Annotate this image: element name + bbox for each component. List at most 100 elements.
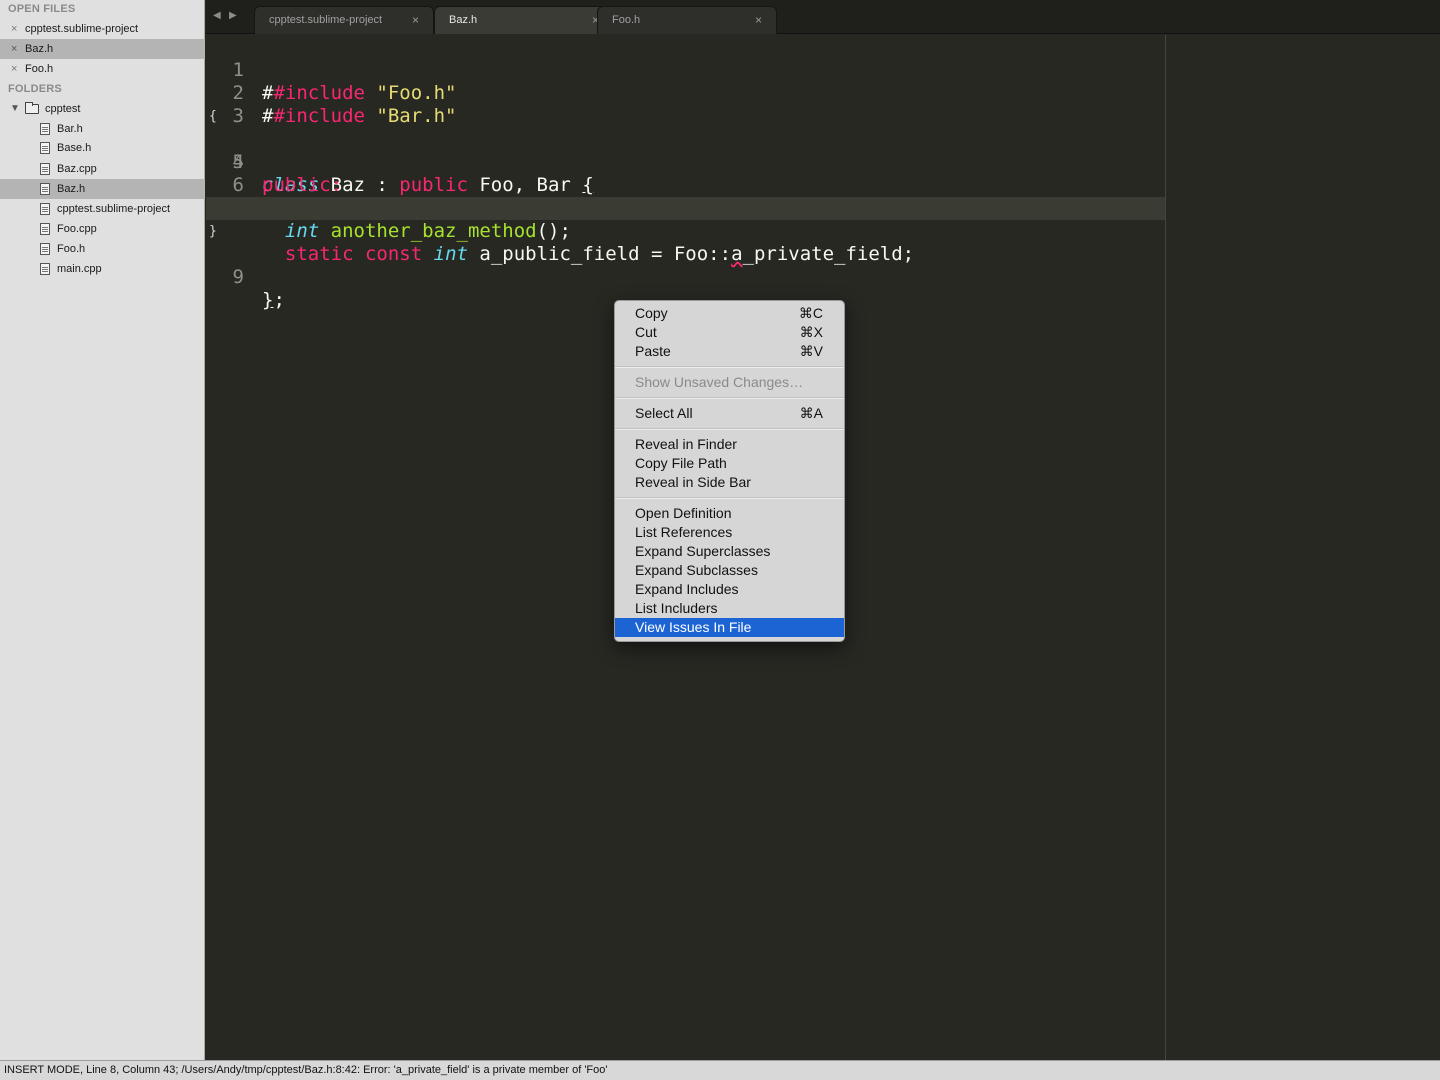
menu-separator [615, 366, 844, 368]
file-label: Foo.h [57, 243, 86, 255]
code-text: }; [262, 289, 285, 311]
close-icon[interactable]: × [755, 13, 762, 27]
code-line[interactable]: 5 public: [206, 128, 1440, 196]
code-line[interactable]: { 4 class Baz : public Foo, Bar { [206, 105, 1440, 196]
menu-item-copy-file-path[interactable]: Copy File Path [615, 454, 844, 473]
menu-separator [615, 397, 844, 399]
file-label: Baz.cpp [57, 163, 97, 175]
file-icon [40, 183, 50, 195]
menu-item-label: Expand Includes [635, 581, 739, 597]
fold-open-marker[interactable]: { [209, 105, 217, 128]
tab-label: cpptest.sublime-project [269, 14, 383, 26]
context-menu: Copy ⌘C Cut ⌘X Paste ⌘V Show Unsaved Cha… [614, 300, 845, 642]
tab-cpptest-project[interactable]: cpptest.sublime-project × [254, 6, 434, 34]
menu-item-expand-subclasses[interactable]: Expand Subclasses [615, 561, 844, 580]
sidebar: OPEN FILES × cpptest.sublime-project × B… [0, 0, 205, 1060]
folder-file-item[interactable]: Bar.h [0, 119, 205, 139]
menu-item-paste[interactable]: Paste ⌘V [615, 342, 844, 361]
folder-icon [25, 102, 39, 114]
tab-label: Baz.h [449, 14, 478, 26]
open-file-label: Baz.h [25, 43, 54, 55]
folder-file-item[interactable]: Baz.h [0, 179, 205, 199]
menu-item-label: Reveal in Side Bar [635, 474, 751, 490]
tab-nav-left-icon[interactable]: ◀ [213, 10, 221, 21]
folder-item-cpptest[interactable]: ▼ cpptest [0, 99, 205, 119]
menu-item-label: View Issues In File [635, 619, 752, 635]
menu-item-view-issues-in-file[interactable]: View Issues In File [615, 618, 844, 637]
menu-item-label: Paste [635, 343, 671, 359]
menu-separator [615, 428, 844, 430]
menu-item-label: Open Definition [635, 505, 732, 521]
open-file-item[interactable]: × Baz.h [0, 39, 205, 59]
file-icon [40, 123, 50, 135]
tab-nav-right-icon[interactable]: ▶ [229, 10, 237, 21]
menu-item-cut[interactable]: Cut ⌘X [615, 323, 844, 342]
menu-item-label: Expand Superclasses [635, 543, 771, 559]
folders-header: FOLDERS [8, 83, 62, 95]
error-marker: a [731, 243, 743, 265]
menu-item-label: Show Unsaved Changes… [635, 374, 804, 390]
code-line[interactable]: 6 int some_method(); [206, 151, 1440, 219]
code-line[interactable]: 3 [206, 82, 1440, 127]
folder-file-item[interactable]: cpptest.sublime-project [0, 199, 205, 219]
disclosure-arrow-icon[interactable]: ▼ [10, 99, 20, 119]
code-line[interactable]: 1 ##include "Foo.h" [206, 36, 1440, 104]
close-icon[interactable]: × [412, 13, 419, 27]
menu-item-label: List References [635, 524, 733, 540]
code-text: static const int a_public_field = Foo::a… [284, 243, 915, 265]
menu-item-shortcut: ⌘C [798, 305, 823, 321]
code-line-current[interactable]: 8 static const int a_public_field = Foo:… [206, 197, 1165, 265]
fold-close-marker[interactable]: } [209, 220, 217, 243]
menu-item-shortcut: ⌘V [799, 343, 823, 359]
file-label: Baz.h [57, 183, 86, 195]
menu-item-copy[interactable]: Copy ⌘C [615, 304, 844, 323]
line-number: 9 [232, 266, 244, 288]
menu-item-expand-superclasses[interactable]: Expand Superclasses [615, 542, 844, 561]
close-icon[interactable]: × [11, 39, 17, 59]
menu-item-label: Copy File Path [635, 455, 727, 471]
menu-item-open-definition[interactable]: Open Definition [615, 504, 844, 523]
folder-file-item[interactable]: Base.h [0, 138, 205, 158]
code-line[interactable]: 7 int another_baz_method(); [206, 174, 1440, 242]
status-bar: INSERT MODE, Line 8, Column 43; /Users/A… [0, 1060, 1440, 1080]
status-text: INSERT MODE, Line 8, Column 43; /Users/A… [4, 1064, 608, 1076]
file-icon [40, 263, 50, 275]
file-label: Base.h [57, 142, 92, 154]
menu-item-show-unsaved-changes: Show Unsaved Changes… [615, 373, 844, 392]
menu-item-label: Copy [635, 305, 668, 321]
file-icon [40, 203, 50, 215]
file-label: cpptest.sublime-project [57, 203, 171, 215]
open-files-header: OPEN FILES [8, 3, 76, 15]
folder-file-item[interactable]: Foo.cpp [0, 219, 205, 239]
tab-baz-h[interactable]: Baz.h × [434, 6, 614, 34]
folder-label: cpptest [45, 103, 81, 115]
file-icon [40, 243, 50, 255]
folder-file-item[interactable]: Foo.h [0, 239, 205, 259]
open-file-item[interactable]: × cpptest.sublime-project [0, 19, 205, 39]
code-line[interactable]: } 9 }; [206, 220, 1440, 311]
menu-item-shortcut: ⌘X [799, 324, 823, 340]
open-file-label: Foo.h [25, 63, 54, 75]
file-icon [40, 163, 50, 175]
code-line[interactable]: 2 ##include "Bar.h" [206, 59, 1440, 127]
file-label: Foo.cpp [57, 223, 97, 235]
tab-bar: ◀ ▶ cpptest.sublime-project × Baz.h × Fo… [206, 0, 1440, 34]
folder-file-item[interactable]: Baz.cpp [0, 159, 205, 179]
menu-item-shortcut: ⌘A [799, 405, 823, 421]
folder-file-item[interactable]: main.cpp [0, 259, 205, 279]
menu-item-list-references[interactable]: List References [615, 523, 844, 542]
close-icon[interactable]: × [11, 59, 17, 79]
menu-item-label: Expand Subclasses [635, 562, 758, 578]
open-file-label: cpptest.sublime-project [25, 23, 139, 35]
menu-item-reveal-in-finder[interactable]: Reveal in Finder [615, 435, 844, 454]
open-file-item[interactable]: × Foo.h [0, 59, 205, 79]
tab-foo-h[interactable]: Foo.h × [597, 6, 777, 34]
menu-item-select-all[interactable]: Select All ⌘A [615, 404, 844, 423]
menu-item-label: List Includers [635, 600, 718, 616]
menu-item-expand-includes[interactable]: Expand Includes [615, 580, 844, 599]
tab-label: Foo.h [612, 14, 641, 26]
menu-item-reveal-in-side-bar[interactable]: Reveal in Side Bar [615, 473, 844, 492]
menu-item-list-includers[interactable]: List Includers [615, 599, 844, 618]
file-icon [40, 223, 50, 235]
close-icon[interactable]: × [11, 19, 17, 39]
